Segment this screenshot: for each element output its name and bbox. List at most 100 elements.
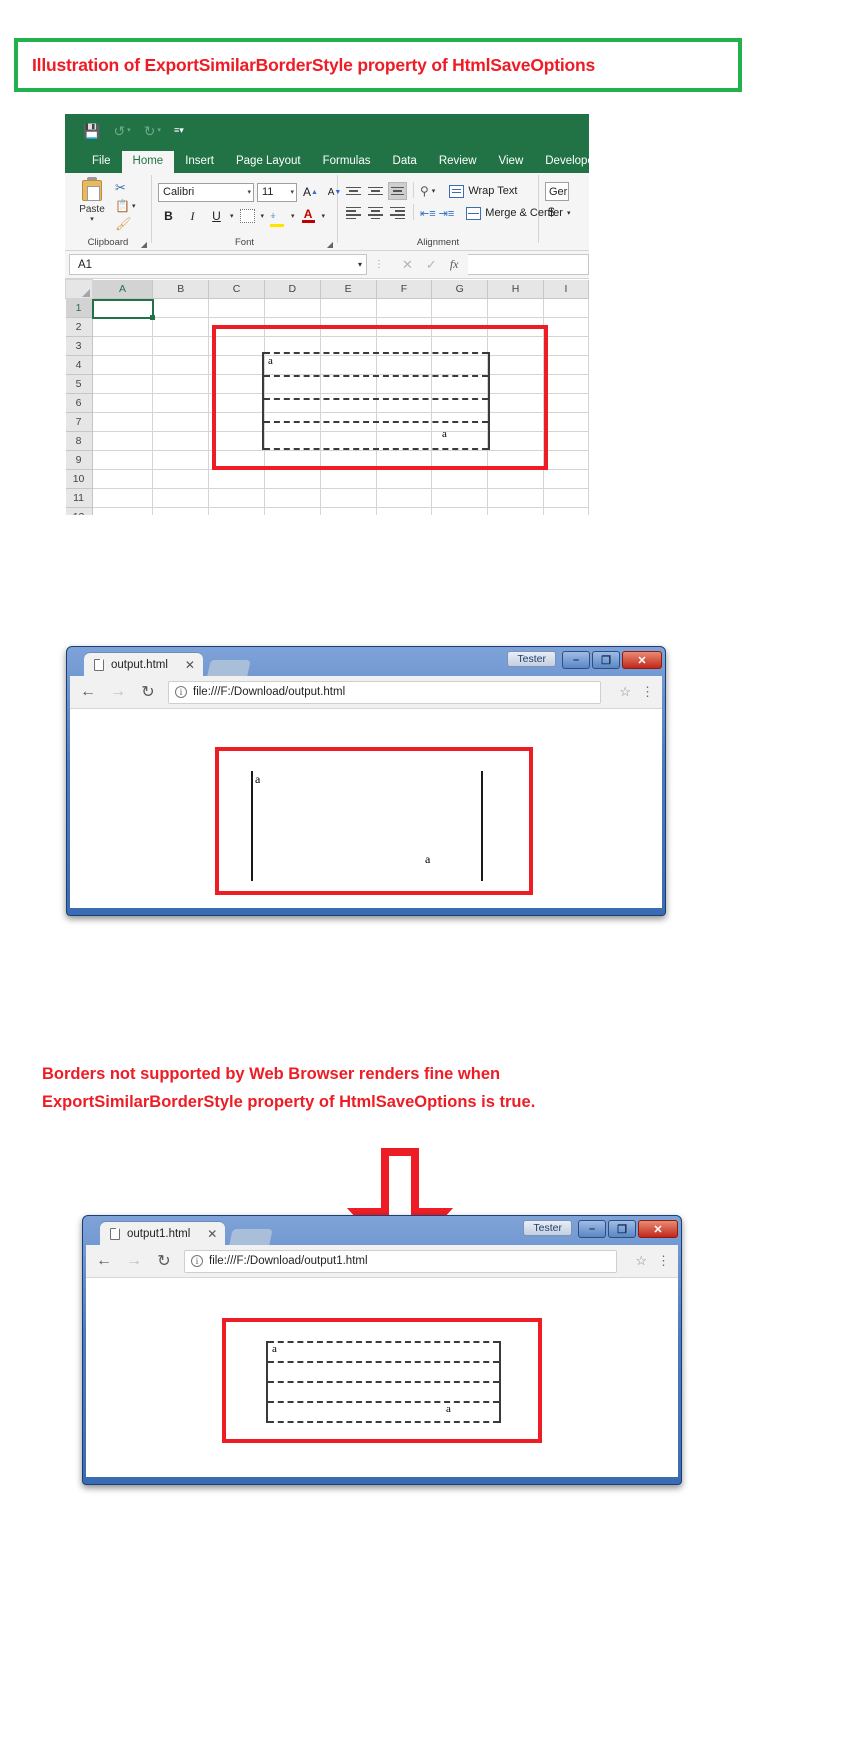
cell[interactable] bbox=[91, 412, 154, 432]
cell[interactable] bbox=[152, 507, 210, 515]
cell[interactable] bbox=[542, 298, 589, 318]
enter-icon[interactable]: ✓ bbox=[426, 257, 437, 273]
cell[interactable] bbox=[431, 450, 489, 470]
cell[interactable] bbox=[208, 317, 265, 337]
new-tab-button[interactable] bbox=[229, 1229, 274, 1245]
align-top-button[interactable] bbox=[344, 182, 363, 200]
font-name-select[interactable]: Calibri ▾ bbox=[158, 182, 254, 202]
cell[interactable] bbox=[375, 488, 433, 508]
row-header-2[interactable]: 2 bbox=[65, 317, 93, 337]
cell[interactable] bbox=[263, 336, 321, 356]
close-button[interactable]: ✕ bbox=[622, 651, 662, 669]
save-icon[interactable]: 💾 bbox=[83, 124, 100, 138]
three-dot-menu-icon[interactable]: ⋮ bbox=[641, 684, 654, 700]
cell[interactable] bbox=[375, 393, 433, 413]
cell[interactable] bbox=[208, 431, 265, 451]
paste-button[interactable]: Paste ▾ bbox=[71, 177, 113, 232]
cell[interactable] bbox=[208, 336, 265, 356]
column-header-b[interactable]: B bbox=[152, 279, 210, 299]
cell[interactable] bbox=[319, 317, 377, 337]
star-icon[interactable]: ☆ bbox=[619, 684, 631, 700]
cell[interactable] bbox=[263, 431, 321, 451]
cell[interactable] bbox=[542, 336, 589, 356]
cell[interactable] bbox=[431, 374, 489, 394]
cell[interactable] bbox=[91, 298, 154, 318]
cell[interactable] bbox=[375, 450, 433, 470]
row-header-1[interactable]: 1 bbox=[65, 298, 93, 318]
name-box[interactable]: A1 ▾ bbox=[69, 254, 367, 275]
tab-review[interactable]: Review bbox=[428, 151, 488, 173]
cell[interactable] bbox=[542, 450, 589, 470]
forward-arrow-icon[interactable]: → bbox=[108, 683, 128, 701]
cell[interactable] bbox=[431, 298, 489, 318]
cell[interactable] bbox=[375, 469, 433, 489]
row-header-6[interactable]: 6 bbox=[65, 393, 93, 413]
cell[interactable] bbox=[263, 507, 321, 515]
cell[interactable] bbox=[319, 469, 377, 489]
reload-icon[interactable]: ↻ bbox=[138, 682, 158, 702]
cell[interactable] bbox=[91, 317, 154, 337]
cell[interactable] bbox=[319, 355, 377, 375]
cancel-icon[interactable]: ✕ bbox=[402, 257, 413, 273]
cut-button[interactable]: ✂ bbox=[115, 180, 135, 196]
column-header-g[interactable]: G bbox=[431, 279, 489, 299]
cell[interactable] bbox=[152, 412, 210, 432]
row-header-11[interactable]: 11 bbox=[65, 488, 93, 508]
align-right-button[interactable] bbox=[388, 204, 407, 222]
cell[interactable] bbox=[263, 298, 321, 318]
cell[interactable] bbox=[375, 412, 433, 432]
back-arrow-icon[interactable]: ← bbox=[94, 1252, 114, 1270]
cell[interactable] bbox=[152, 336, 210, 356]
decrease-indent-icon[interactable]: ⇤≡ bbox=[420, 207, 436, 220]
cell[interactable] bbox=[431, 336, 489, 356]
row-header-10[interactable]: 10 bbox=[65, 469, 93, 489]
tab-home[interactable]: Home bbox=[121, 151, 175, 173]
window-user-label[interactable]: Tester bbox=[523, 1220, 572, 1236]
cell[interactable] bbox=[152, 488, 210, 508]
cell[interactable] bbox=[263, 317, 321, 337]
site-info-icon[interactable]: i bbox=[175, 686, 187, 698]
fill-color-button[interactable]: ⍖ bbox=[267, 206, 288, 227]
formula-bar-grip[interactable]: ⋮ bbox=[367, 259, 392, 270]
cell[interactable] bbox=[319, 412, 377, 432]
column-header-a[interactable]: A bbox=[91, 279, 154, 299]
cell[interactable] bbox=[375, 355, 433, 375]
cell[interactable] bbox=[263, 412, 321, 432]
column-header-h[interactable]: H bbox=[487, 279, 544, 299]
cell[interactable] bbox=[91, 450, 154, 470]
chevron-down-icon[interactable]: ▾ bbox=[291, 212, 295, 220]
cell[interactable] bbox=[152, 450, 210, 470]
cell[interactable] bbox=[542, 317, 589, 337]
column-header-c[interactable]: C bbox=[208, 279, 265, 299]
cell[interactable] bbox=[487, 374, 544, 394]
insert-function-icon[interactable]: fx bbox=[450, 257, 459, 272]
cell[interactable] bbox=[431, 488, 489, 508]
row-header-8[interactable]: 8 bbox=[65, 431, 93, 451]
column-header-f[interactable]: F bbox=[375, 279, 433, 299]
cell[interactable] bbox=[152, 374, 210, 394]
cell[interactable] bbox=[91, 355, 154, 375]
new-tab-button[interactable] bbox=[207, 660, 251, 676]
cell[interactable] bbox=[431, 507, 489, 515]
cell[interactable] bbox=[375, 431, 433, 451]
cell[interactable] bbox=[208, 488, 265, 508]
cell[interactable] bbox=[208, 507, 265, 515]
undo-button[interactable]: ↺ ▾ bbox=[113, 124, 130, 138]
cell[interactable] bbox=[431, 431, 489, 451]
address-bar[interactable]: i file:///F:/Download/output.html bbox=[168, 680, 602, 704]
align-middle-button[interactable] bbox=[366, 182, 385, 200]
cell[interactable] bbox=[542, 431, 589, 451]
cell[interactable] bbox=[319, 336, 377, 356]
increase-indent-icon[interactable]: ⇥≡ bbox=[439, 207, 455, 220]
orientation-icon[interactable]: ⚲ bbox=[420, 184, 429, 198]
cell[interactable] bbox=[91, 488, 154, 508]
row-header-5[interactable]: 5 bbox=[65, 374, 93, 394]
cell[interactable] bbox=[487, 393, 544, 413]
cell[interactable] bbox=[263, 450, 321, 470]
chevron-down-icon[interactable]: ▾ bbox=[261, 212, 265, 220]
cell[interactable] bbox=[487, 336, 544, 356]
cell[interactable] bbox=[542, 507, 589, 515]
cell[interactable] bbox=[542, 488, 589, 508]
select-all-corner[interactable] bbox=[65, 279, 93, 299]
browser-tab[interactable]: output1.html ✕ bbox=[100, 1222, 226, 1245]
